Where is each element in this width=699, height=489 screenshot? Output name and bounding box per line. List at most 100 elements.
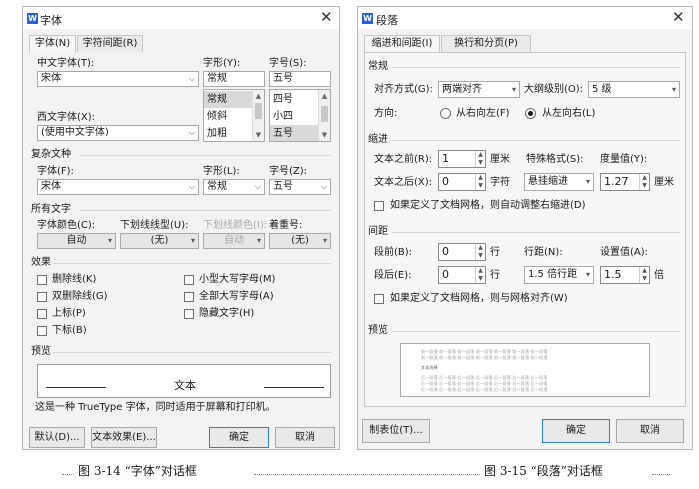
- size-input[interactable]: 五号: [269, 71, 331, 87]
- after-para-unit[interactable]: 行: [490, 270, 500, 282]
- complex-font-select[interactable]: 宋体 ⌵: [37, 179, 199, 195]
- align-select[interactable]: 两端对齐 ▾: [438, 81, 520, 98]
- preview-next-line: 后一段落·后一段落·后一段落·后一段落·后一段落·后一段落·后一段落: [421, 387, 548, 392]
- auto-indent-checkbox[interactable]: [374, 201, 384, 211]
- measure-unit[interactable]: 厘米: [654, 177, 674, 189]
- before-para-input[interactable]: 0 ▲ ▼: [438, 243, 486, 261]
- tab-indent-spacing[interactable]: 缩进和间距(I): [364, 35, 440, 53]
- after-para-input[interactable]: 0 ▲ ▼: [438, 266, 486, 284]
- spacing-section-title: 间距: [368, 226, 388, 237]
- all-caps-checkbox[interactable]: [184, 292, 194, 302]
- style-list[interactable]: 常规 倾斜 加粗 ▲ ▼: [203, 89, 265, 142]
- spinner[interactable]: ▲ ▼: [639, 267, 649, 283]
- list-item[interactable]: 加粗: [204, 125, 252, 141]
- spin-up-icon[interactable]: ▲: [476, 267, 485, 275]
- complex-font-label: 字体(F):: [37, 166, 74, 177]
- close-icon[interactable]: ✕: [320, 9, 333, 25]
- ok-button[interactable]: 确定: [542, 419, 610, 443]
- scroll-up-icon[interactable]: ▲: [319, 90, 330, 102]
- west-font-select[interactable]: (使用中文字体) ⌵: [37, 125, 199, 141]
- set-value-input[interactable]: 1.5 ▲ ▼: [600, 266, 650, 284]
- tab-line-page-breaks[interactable]: 换行和分页(P): [441, 35, 531, 52]
- spin-down-icon[interactable]: ▼: [476, 182, 485, 190]
- before-text-unit[interactable]: 厘米: [490, 154, 510, 166]
- cancel-button[interactable]: 取消: [616, 419, 684, 443]
- scroll-thumb[interactable]: [255, 103, 262, 119]
- baseline: [46, 387, 106, 388]
- spinner[interactable]: ▲ ▼: [475, 151, 485, 167]
- spin-down-icon[interactable]: ▼: [640, 275, 649, 283]
- caret-down-icon: ▾: [107, 236, 112, 245]
- emphasis-select[interactable]: (无) ▾: [269, 233, 331, 249]
- superscript-checkbox[interactable]: [37, 309, 47, 319]
- line-spacing-select[interactable]: 1.5 倍行距 ▾: [524, 266, 594, 284]
- measure-input[interactable]: 1.27 ▲ ▼: [600, 173, 650, 191]
- small-caps-checkbox[interactable]: [184, 275, 194, 285]
- ltr-radio[interactable]: [525, 108, 536, 119]
- complex-style-select[interactable]: 常规 ⌵: [203, 179, 265, 195]
- scrollbar[interactable]: ▲ ▼: [252, 90, 264, 141]
- spinner[interactable]: ▲ ▼: [475, 174, 485, 190]
- outline-select[interactable]: 5 级 ▾: [588, 81, 680, 98]
- all-text-section-title: 所有文字: [31, 204, 71, 215]
- spin-down-icon[interactable]: ▼: [640, 182, 649, 190]
- after-text-input[interactable]: 0 ▲ ▼: [438, 173, 486, 191]
- spin-down-icon[interactable]: ▼: [476, 159, 485, 167]
- default-button[interactable]: 默认(D)...: [29, 427, 85, 448]
- scroll-up-icon[interactable]: ▲: [253, 90, 264, 102]
- scroll-down-icon[interactable]: ▼: [253, 129, 264, 141]
- list-item[interactable]: 倾斜: [204, 108, 252, 125]
- close-icon[interactable]: ✕: [672, 9, 685, 25]
- spinner[interactable]: ▲ ▼: [639, 174, 649, 190]
- caption-leader: [62, 474, 74, 475]
- spin-up-icon[interactable]: ▲: [476, 151, 485, 159]
- spin-down-icon[interactable]: ▼: [476, 275, 485, 283]
- list-item[interactable]: 四号: [270, 91, 318, 108]
- divider: [392, 140, 680, 141]
- spin-up-icon[interactable]: ▲: [640, 267, 649, 275]
- font-color-value: 自动: [66, 235, 87, 246]
- chevron-down-icon: ⌵: [188, 182, 195, 191]
- spin-up-icon[interactable]: ▲: [476, 244, 485, 252]
- spinner[interactable]: ▲ ▼: [475, 267, 485, 283]
- cn-font-select[interactable]: 宋体 ⌵: [37, 71, 199, 87]
- tab-char-spacing[interactable]: 字符间距(R): [77, 35, 143, 52]
- scrollbar[interactable]: ▲ ▼: [318, 90, 330, 141]
- west-font-value: (使用中文字体): [41, 127, 109, 138]
- list-item[interactable]: 常规: [204, 91, 252, 108]
- before-para-unit[interactable]: 行: [490, 247, 500, 259]
- snap-grid-checkbox[interactable]: [374, 294, 384, 304]
- all-caps-label: 全部大写字母(A): [199, 291, 274, 302]
- style-input[interactable]: 常规: [203, 71, 265, 87]
- preview-section-title: 预览: [368, 325, 388, 336]
- special-select[interactable]: 悬挂缩进 ▾: [524, 173, 594, 191]
- spin-up-icon[interactable]: ▲: [640, 174, 649, 182]
- spin-down-icon[interactable]: ▼: [476, 252, 485, 260]
- cancel-button[interactable]: 取消: [275, 427, 335, 448]
- underline-select[interactable]: (无) ▾: [120, 233, 199, 249]
- hidden-text-checkbox[interactable]: [184, 309, 194, 319]
- complex-size-select[interactable]: 五号 ⌵: [269, 179, 331, 195]
- double-strike-checkbox[interactable]: [37, 292, 47, 302]
- caret-down-icon: ▾: [322, 236, 327, 245]
- after-text-unit[interactable]: 字符: [490, 177, 510, 189]
- font-color-select[interactable]: 自动 ▾: [37, 233, 116, 249]
- small-caps-label: 小型大写字母(M): [199, 274, 276, 285]
- text-effects-button[interactable]: 文本效果(E)...: [91, 427, 157, 448]
- list-item[interactable]: 小四: [270, 108, 318, 125]
- scroll-down-icon[interactable]: ▼: [319, 129, 330, 141]
- tab-font[interactable]: 字体(N): [29, 35, 76, 53]
- rtl-radio[interactable]: [440, 108, 451, 119]
- list-item[interactable]: 五号: [270, 125, 318, 141]
- underline-label: 下划线线型(U):: [120, 220, 189, 231]
- tab-stops-button[interactable]: 制表位(T)...: [362, 419, 430, 443]
- before-text-input[interactable]: 1 ▲ ▼: [438, 150, 486, 168]
- ok-button[interactable]: 确定: [209, 427, 269, 448]
- strikethrough-checkbox[interactable]: [37, 275, 47, 285]
- subscript-checkbox[interactable]: [37, 326, 47, 336]
- underline-value: (无): [150, 235, 169, 246]
- spinner[interactable]: ▲ ▼: [475, 244, 485, 260]
- scroll-thumb[interactable]: [321, 106, 328, 122]
- spin-up-icon[interactable]: ▲: [476, 174, 485, 182]
- size-list[interactable]: 四号 小四 五号 ▲ ▼: [269, 89, 331, 142]
